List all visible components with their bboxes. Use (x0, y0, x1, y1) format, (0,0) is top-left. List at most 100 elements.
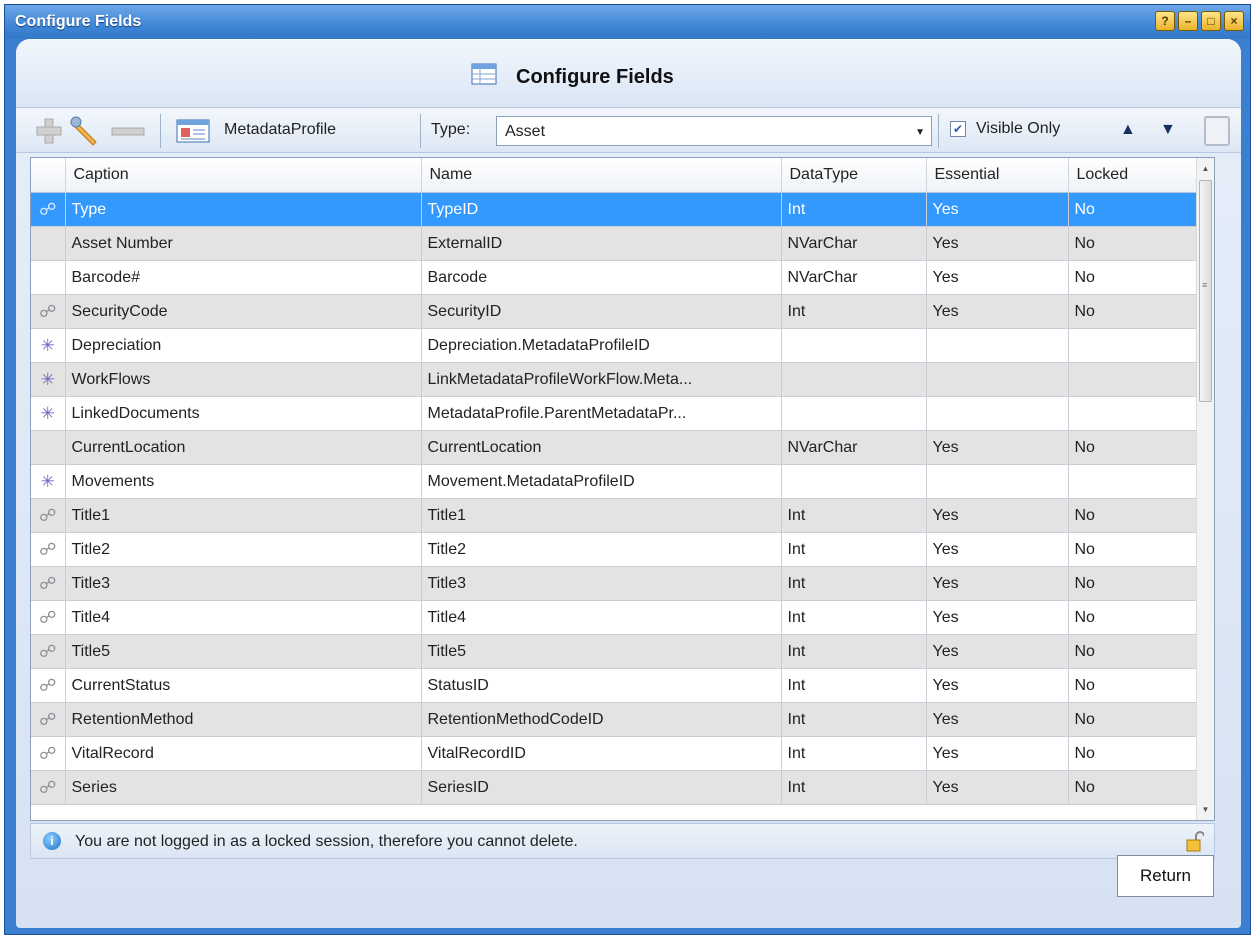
cell-locked[interactable] (1068, 464, 1202, 499)
cell-name[interactable]: StatusID (421, 668, 782, 703)
cell-datatype[interactable]: Int (781, 770, 927, 805)
cell-caption[interactable]: CurrentStatus (65, 668, 422, 703)
cell-name[interactable]: Title2 (421, 532, 782, 567)
table-row[interactable]: ☍ RetentionMethod RetentionMethodCodeID Int… (31, 702, 1202, 737)
cell-datatype[interactable]: Int (781, 736, 927, 771)
cell-datatype[interactable]: Int (781, 192, 927, 227)
table-row[interactable]: ✳ WorkFlows LinkMetadataProfileWorkFlow.Me… (31, 362, 1202, 397)
cell-name[interactable]: VitalRecordID (421, 736, 782, 771)
cell-name[interactable]: ExternalID (421, 226, 782, 261)
cell-name[interactable]: CurrentLocation (421, 430, 782, 465)
fields-grid[interactable]: Caption Name DataType Essential Locked ☍… (30, 157, 1215, 821)
table-row[interactable]: ☍ Title2 Title2 Int Yes No (31, 532, 1202, 567)
cell-caption[interactable]: SecurityCode (65, 294, 422, 329)
cell-datatype[interactable]: NVarChar (781, 430, 927, 465)
visible-only-checkbox[interactable]: ✔ (950, 121, 966, 137)
cell-locked[interactable]: No (1068, 668, 1202, 703)
table-row[interactable]: ☍ Title3 Title3 Int Yes No (31, 566, 1202, 601)
cell-caption[interactable]: Title5 (65, 634, 422, 669)
table-row[interactable]: ☍ Title5 Title5 Int Yes No (31, 634, 1202, 669)
cell-essential[interactable]: Yes (926, 634, 1069, 669)
cell-caption[interactable]: WorkFlows (65, 362, 422, 397)
cell-caption[interactable]: LinkedDocuments (65, 396, 422, 431)
cell-caption[interactable]: Title1 (65, 498, 422, 533)
cell-name[interactable]: Title3 (421, 566, 782, 601)
cell-essential[interactable]: Yes (926, 668, 1069, 703)
cell-essential[interactable]: Yes (926, 702, 1069, 737)
cell-essential[interactable]: Yes (926, 430, 1069, 465)
cell-datatype[interactable] (781, 464, 927, 499)
cell-name[interactable]: MetadataProfile.ParentMetadataPr... (421, 396, 782, 431)
cell-caption[interactable]: Movements (65, 464, 422, 499)
table-row[interactable]: Barcode# Barcode NVarChar Yes No (31, 260, 1202, 295)
scroll-up-icon[interactable]: ▲ (1197, 160, 1214, 177)
cell-caption[interactable]: Title2 (65, 532, 422, 567)
table-row[interactable]: ☍ Title4 Title4 Int Yes No (31, 600, 1202, 635)
cell-caption[interactable]: Series (65, 770, 422, 805)
cell-essential[interactable]: Yes (926, 566, 1069, 601)
table-row[interactable]: ✳ Movements Movement.MetadataProfileID (31, 464, 1202, 499)
cell-name[interactable]: Movement.MetadataProfileID (421, 464, 782, 499)
cell-locked[interactable]: No (1068, 566, 1202, 601)
vertical-scrollbar[interactable]: ▲ ≡ ▼ (1196, 158, 1214, 820)
cell-locked[interactable]: No (1068, 702, 1202, 737)
cell-name[interactable]: TypeID (421, 192, 782, 227)
cell-datatype[interactable]: Int (781, 532, 927, 567)
table-row[interactable]: ☍ CurrentStatus StatusID Int Yes No (31, 668, 1202, 703)
cell-locked[interactable] (1068, 328, 1202, 363)
cell-datatype[interactable]: Int (781, 702, 927, 737)
table-row[interactable]: ☍ Title1 Title1 Int Yes No (31, 498, 1202, 533)
cell-datatype[interactable]: NVarChar (781, 260, 927, 295)
table-row[interactable]: ☍ Series SeriesID Int Yes No (31, 770, 1202, 805)
move-down-icon[interactable]: ▼ (1160, 121, 1176, 139)
cell-locked[interactable]: No (1068, 226, 1202, 261)
cell-datatype[interactable]: Int (781, 294, 927, 329)
move-up-icon[interactable]: ▲ (1120, 121, 1136, 139)
maximize-button[interactable]: □ (1201, 11, 1221, 31)
cell-essential[interactable]: Yes (926, 294, 1069, 329)
table-row[interactable]: Asset Number ExternalID NVarChar Yes No (31, 226, 1202, 261)
cell-name[interactable]: Depreciation.MetadataProfileID (421, 328, 782, 363)
cell-essential[interactable]: Yes (926, 226, 1069, 261)
chevron-down-icon[interactable]: ▼ (915, 127, 925, 138)
cell-caption[interactable]: Asset Number (65, 226, 422, 261)
cell-name[interactable]: Title5 (421, 634, 782, 669)
cell-caption[interactable]: RetentionMethod (65, 702, 422, 737)
cell-locked[interactable]: No (1068, 498, 1202, 533)
cell-datatype[interactable]: Int (781, 600, 927, 635)
cell-name[interactable]: RetentionMethodCodeID (421, 702, 782, 737)
cell-datatype[interactable]: Int (781, 668, 927, 703)
cell-essential[interactable]: Yes (926, 736, 1069, 771)
cell-essential[interactable] (926, 328, 1069, 363)
plus-icon[interactable] (34, 116, 64, 146)
cell-essential[interactable]: Yes (926, 192, 1069, 227)
cell-locked[interactable]: No (1068, 736, 1202, 771)
table-row[interactable]: ☍ VitalRecord VitalRecordID Int Yes No (31, 736, 1202, 771)
cell-caption[interactable]: Title4 (65, 600, 422, 635)
close-button[interactable]: × (1224, 11, 1244, 31)
cell-locked[interactable]: No (1068, 430, 1202, 465)
table-row[interactable]: ☍ SecurityCode SecurityID Int Yes No (31, 294, 1202, 329)
cell-essential[interactable]: Yes (926, 498, 1069, 533)
cell-caption[interactable]: VitalRecord (65, 736, 422, 771)
cell-essential[interactable]: Yes (926, 770, 1069, 805)
table-row[interactable]: CurrentLocation CurrentLocation NVarChar Ye… (31, 430, 1202, 465)
cell-locked[interactable]: No (1068, 192, 1202, 227)
cell-essential[interactable]: Yes (926, 532, 1069, 567)
column-header-caption[interactable]: Caption (65, 158, 422, 193)
cell-essential[interactable] (926, 396, 1069, 431)
cell-caption[interactable]: CurrentLocation (65, 430, 422, 465)
scroll-down-icon[interactable]: ▼ (1197, 801, 1214, 818)
column-header-datatype[interactable]: DataType (781, 158, 927, 193)
cell-caption[interactable]: Type (65, 192, 422, 227)
cell-name[interactable]: SecurityID (421, 294, 782, 329)
unlocked-padlock-icon[interactable] (1186, 830, 1204, 852)
cell-essential[interactable] (926, 464, 1069, 499)
cell-datatype[interactable] (781, 396, 927, 431)
title-bar[interactable]: Configure Fields ? – □ × (5, 5, 1250, 39)
table-row[interactable]: ☍ Type TypeID Int Yes No (31, 192, 1202, 227)
cell-locked[interactable]: No (1068, 294, 1202, 329)
cell-datatype[interactable]: NVarChar (781, 226, 927, 261)
cell-name[interactable]: Title4 (421, 600, 782, 635)
cell-datatype[interactable]: Int (781, 498, 927, 533)
